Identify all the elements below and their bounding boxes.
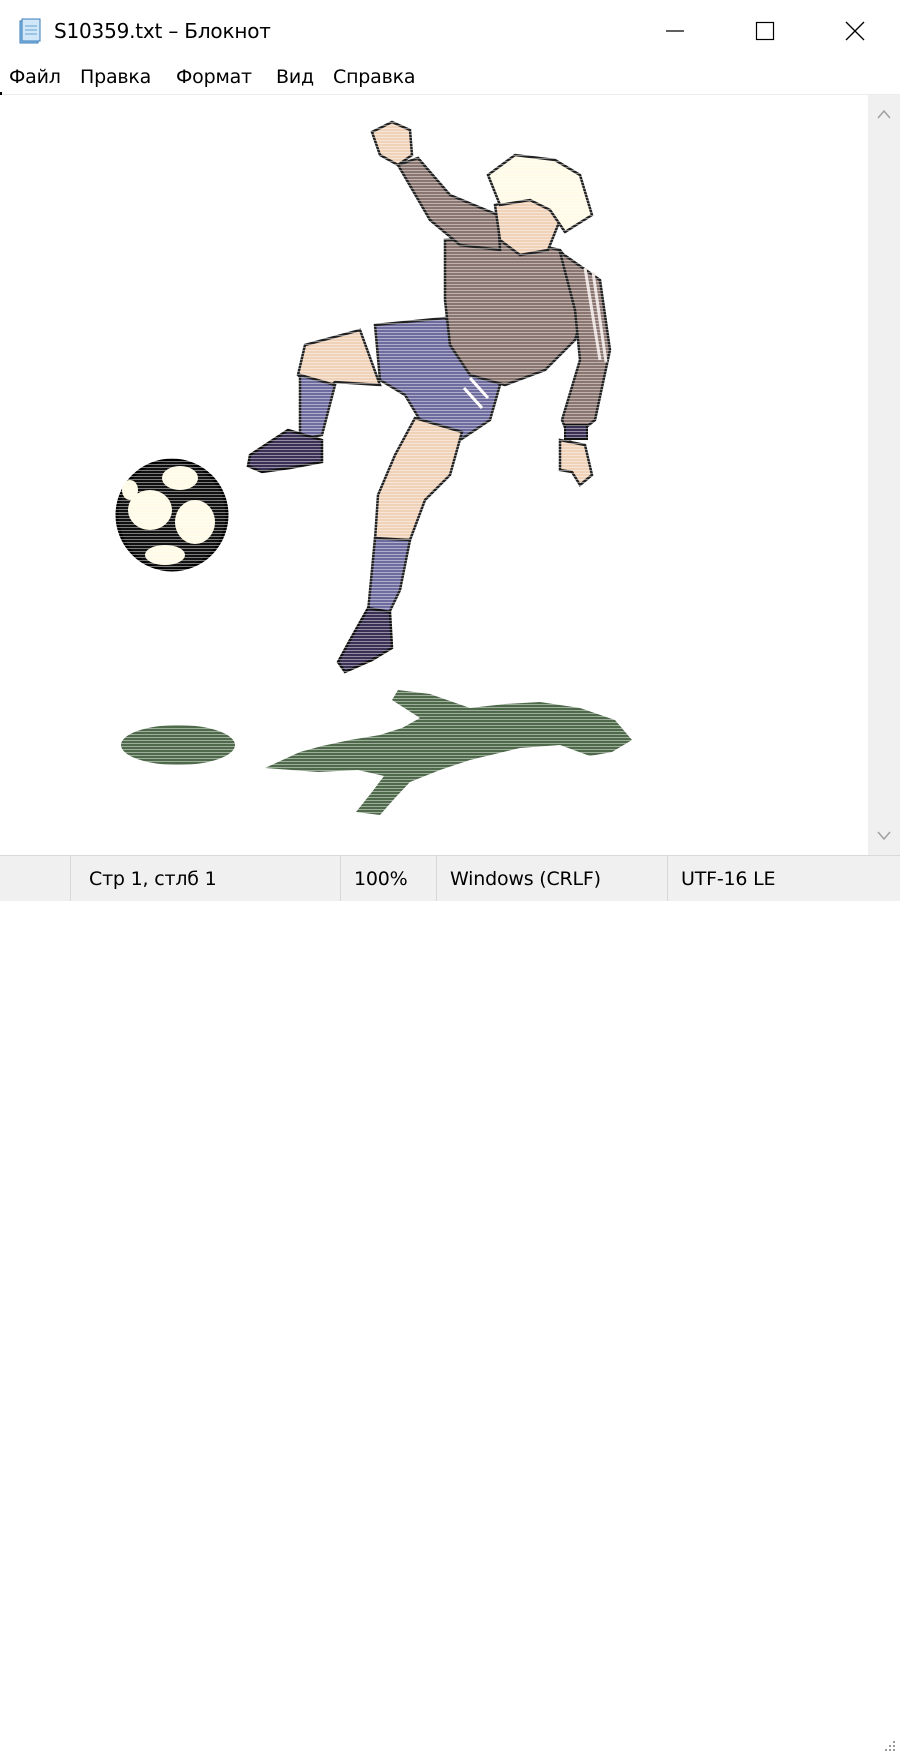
title-bar[interactable]: S10359.txt – Блокнот	[0, 0, 900, 62]
notepad-icon	[18, 18, 42, 44]
line-ending: Windows (CRLF)	[450, 868, 601, 890]
window-title: S10359.txt – Блокнот	[54, 19, 271, 43]
status-divider	[667, 856, 668, 901]
text-editor-area[interactable]	[0, 95, 868, 855]
encoding: UTF-16 LE	[681, 868, 776, 890]
cursor-position: Стр 1, стлб 1	[89, 868, 217, 890]
menu-file[interactable]: Файл	[9, 66, 61, 88]
status-bar: Стр 1, стлб 1 100% Windows (CRLF) UTF-16…	[0, 855, 900, 1751]
scroll-down-icon[interactable]	[868, 817, 900, 855]
menu-format[interactable]: Формат	[176, 66, 252, 88]
menu-view[interactable]: Вид	[276, 66, 314, 88]
close-button[interactable]	[810, 0, 900, 62]
close-icon	[845, 21, 865, 41]
status-divider	[70, 856, 71, 901]
maximize-icon	[755, 21, 775, 41]
minimize-icon	[666, 30, 684, 32]
maximize-button[interactable]	[720, 0, 810, 62]
scroll-up-icon[interactable]	[868, 95, 900, 133]
menu-help[interactable]: Справка	[333, 66, 416, 88]
zoom-level: 100%	[354, 868, 408, 890]
status-divider	[436, 856, 437, 901]
vertical-scrollbar[interactable]	[868, 95, 900, 855]
menu-edit[interactable]: Правка	[80, 66, 151, 88]
soccer-player-art	[0, 95, 868, 855]
minimize-button[interactable]	[630, 0, 720, 62]
menu-bar: Файл Правка Формат Вид Справка	[0, 62, 900, 95]
resize-grip-icon[interactable]	[878, 1734, 898, 1754]
status-divider	[340, 856, 341, 901]
